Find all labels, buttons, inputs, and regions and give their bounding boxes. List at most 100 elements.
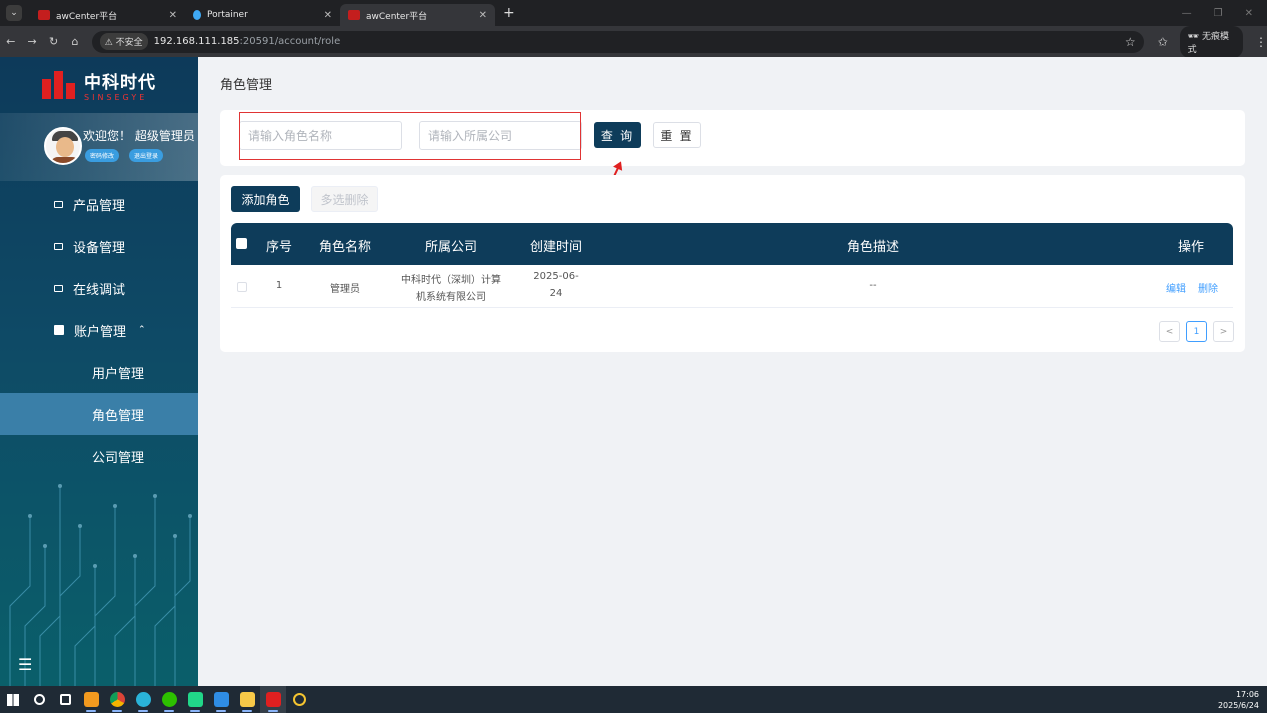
new-tab-icon[interactable]: + [503, 5, 515, 21]
chrome-icon[interactable] [104, 686, 130, 713]
edit-link[interactable]: 编辑 [1163, 280, 1189, 295]
wechat-icon[interactable] [156, 686, 182, 713]
sidebar-item-products[interactable]: 产品管理 [0, 183, 198, 225]
bookmarks-icon[interactable]: ✩ [1158, 35, 1168, 49]
main-content: 角色管理 查 询 重 置 添加角色 多选删除 序号 角色名称 所属公司 创建时间… [198, 57, 1267, 686]
tab-close-icon[interactable]: ✕ [169, 10, 177, 21]
forward-icon[interactable]: → [21, 35, 42, 48]
sublime-text-icon[interactable] [78, 686, 104, 713]
cell-description: -- [869, 280, 877, 291]
column-header: 所属公司 [424, 240, 477, 255]
user-panel: 欢迎您！ 超级管理员 密码修改 退出登录 [0, 113, 198, 181]
chevron-up-icon: ⌃ [138, 325, 146, 335]
logout-button[interactable]: 退出登录 [129, 149, 164, 162]
sidebar-item-label: 公司管理 [92, 450, 145, 466]
logo-mark-icon [42, 71, 76, 99]
change-password-button[interactable]: 密码修改 [85, 149, 120, 162]
browser-tab-bar: ⌄ awCenter平台 ✕ Portainer ✕ awCenter平台 ✕ … [0, 0, 1267, 26]
browser-tab-2[interactable]: Portainer ✕ [185, 4, 340, 26]
app-icon[interactable] [286, 686, 312, 713]
tab-close-icon[interactable]: ✕ [324, 10, 332, 21]
avatar [44, 127, 82, 165]
os-taskbar: 17:06 2025/6/24 [0, 686, 1267, 713]
column-header: 角色名称 [318, 240, 371, 255]
reload-icon[interactable]: ↻ [43, 35, 64, 48]
sidebar-item-label: 在线调试 [73, 282, 126, 298]
sidebar-item-accounts[interactable]: 账户管理 ⌃ [0, 309, 198, 351]
user-card-icon [54, 325, 64, 335]
cell-index: 1 [275, 280, 283, 291]
clock-time: 17:06 [1235, 689, 1259, 699]
cell-role-name: 管理员 [330, 284, 360, 295]
column-header: 序号 [265, 240, 292, 255]
back-icon[interactable]: ← [0, 35, 21, 48]
pagination: < 1 > [1159, 321, 1234, 342]
vscode-icon[interactable] [208, 686, 234, 713]
browser-tab-1[interactable]: awCenter平台 ✕ [30, 4, 185, 26]
insecure-label: 不安全 [115, 38, 143, 48]
window-close-icon[interactable]: ✕ [1245, 8, 1253, 19]
search-card: 查 询 重 置 [220, 110, 1245, 166]
url-path: :20591/account/role [239, 36, 341, 47]
more-menu-icon[interactable]: ⋮ [1255, 35, 1267, 49]
tab-title: awCenter平台 [366, 11, 428, 22]
batch-delete-button[interactable]: 多选删除 [311, 186, 378, 212]
sidebar-item-label: 用户管理 [92, 366, 145, 382]
page-number-button[interactable]: 1 [1186, 321, 1207, 342]
clock-date: 2025/6/24 [1217, 700, 1259, 710]
favicon-icon [348, 10, 360, 20]
row-checkbox[interactable] [237, 282, 247, 292]
minimize-icon[interactable]: — [1182, 8, 1192, 19]
annotation-highlight-box [239, 112, 581, 160]
sidebar: 中科时代 SINSEGYE 欢迎您！ 超级管理员 密码修改 退出登录 产品管理 … [0, 57, 198, 686]
incognito-label: 无痕模式 [1187, 31, 1229, 55]
prev-page-button[interactable]: < [1159, 321, 1180, 342]
favicon-icon [38, 10, 50, 20]
pycharm-icon[interactable] [182, 686, 208, 713]
brand-logo[interactable]: 中科时代 SINSEGYE [0, 57, 198, 113]
logo-chinese: 中科时代 [84, 73, 156, 93]
edge-icon[interactable] [130, 686, 156, 713]
monitor-icon [54, 200, 63, 208]
file-explorer-icon[interactable] [234, 686, 260, 713]
table-row: 1 管理员 中科时代（深圳）计算 机系统有限公司 2025-06- 24 -- … [231, 265, 1233, 308]
sidebar-item-label: 设备管理 [73, 240, 126, 256]
collapse-menu-icon[interactable]: ☰ [18, 655, 32, 674]
bookmark-star-icon[interactable]: ☆ [1125, 35, 1136, 49]
browser-tab-3[interactable]: awCenter平台 ✕ [340, 4, 495, 26]
delete-link[interactable]: 删除 [1195, 280, 1221, 295]
system-clock[interactable]: 17:06 2025/6/24 [1218, 689, 1259, 711]
reset-button[interactable]: 重 置 [653, 122, 701, 148]
maximize-icon[interactable]: ❐ [1214, 8, 1223, 19]
sidebar-item-companies[interactable]: 公司管理 [0, 435, 198, 477]
column-header: 操作 [1177, 240, 1204, 255]
sidebar-item-roles[interactable]: 角色管理 [0, 393, 198, 435]
sidebar-item-devices[interactable]: 设备管理 [0, 225, 198, 267]
select-all-checkbox[interactable] [236, 238, 247, 249]
url-field[interactable]: ⚠ 不安全 192.168.111.185:20591/account/role… [91, 30, 1144, 53]
cell-created-line2: 24 [549, 288, 563, 299]
search-icon[interactable] [26, 686, 52, 713]
url-host: 192.168.111.185 [153, 36, 240, 47]
address-bar: ← → ↻ ⌂ ⚠ 不安全 192.168.111.185:20591/acco… [0, 25, 1267, 58]
sidebar-item-label: 角色管理 [92, 408, 145, 424]
column-header: 创建时间 [529, 240, 582, 255]
sidebar-item-debug[interactable]: 在线调试 [0, 267, 198, 309]
incognito-badge[interactable]: 🕶 无痕模式 [1179, 25, 1244, 58]
next-page-button[interactable]: > [1213, 321, 1234, 342]
monitor-icon [54, 284, 63, 292]
windows-start-icon[interactable] [0, 686, 26, 713]
tab-close-icon[interactable]: ✕ [479, 10, 487, 21]
table-card: 添加角色 多选删除 序号 角色名称 所属公司 创建时间 角色描述 操作 1 管理… [220, 175, 1245, 352]
url-text: 192.168.111.185:20591/account/role [154, 36, 341, 47]
home-icon[interactable]: ⌂ [64, 35, 85, 48]
sidebar-item-label: 账户管理 [74, 324, 127, 340]
task-view-icon[interactable] [52, 686, 78, 713]
sidebar-item-users[interactable]: 用户管理 [0, 351, 198, 393]
add-role-button[interactable]: 添加角色 [231, 186, 300, 212]
insecure-badge[interactable]: ⚠ 不安全 [99, 33, 148, 50]
query-button[interactable]: 查 询 [594, 122, 641, 148]
monitor-icon [54, 242, 63, 250]
wps-icon[interactable] [260, 686, 286, 713]
tab-search-icon[interactable]: ⌄ [6, 5, 22, 21]
